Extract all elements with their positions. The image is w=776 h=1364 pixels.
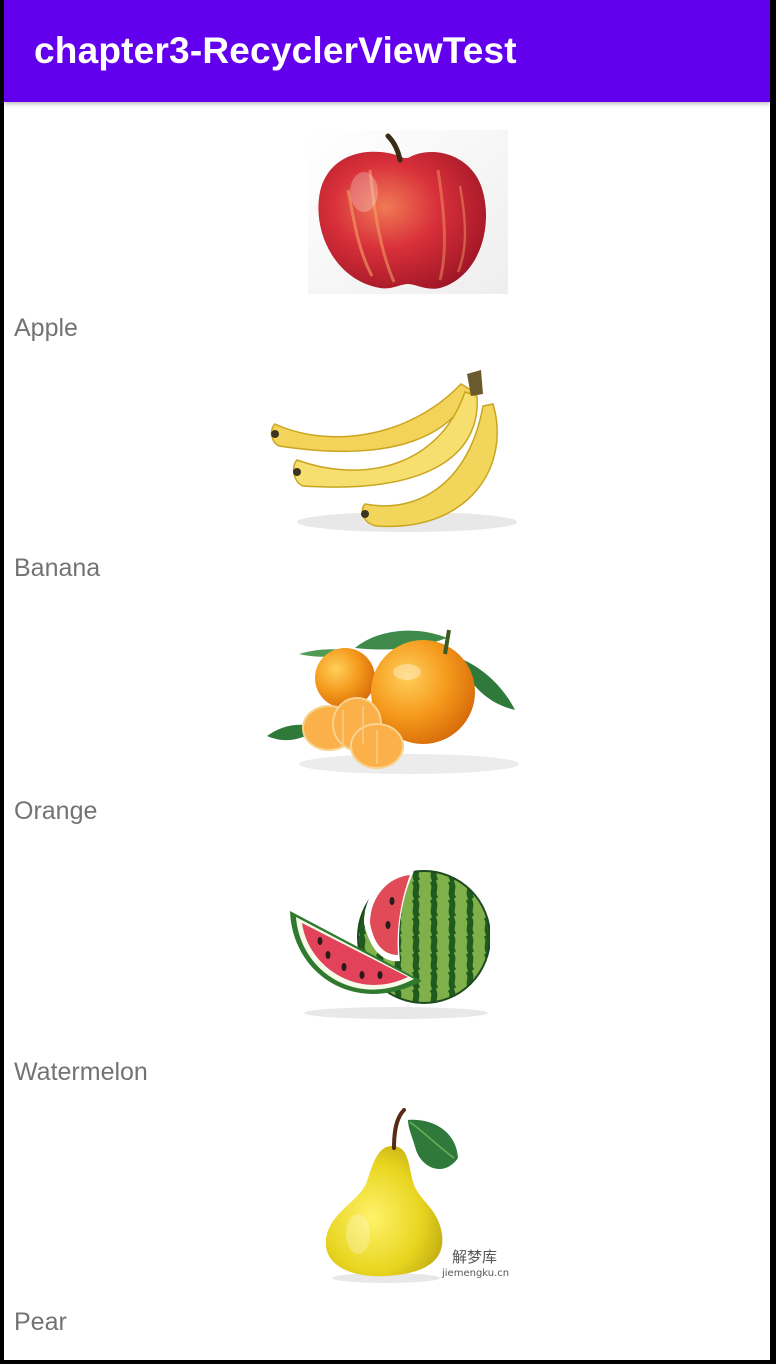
list-item[interactable]: Banana (4, 352, 770, 592)
watermark-cn: 解梦库 (452, 1248, 497, 1266)
app-bar: chapter3-RecyclerViewTest (4, 0, 770, 102)
fruit-name: Watermelon (14, 1058, 148, 1086)
list-item[interactable]: Watermelon (4, 835, 770, 1094)
list-item[interactable]: 解梦库 jiemengku.cn Pear (4, 1094, 770, 1342)
screen: chapter3-RecyclerViewTest Apple Banana O… (4, 0, 770, 1360)
pear-image: 解梦库 jiemengku.cn (316, 1108, 516, 1284)
orange-image (259, 608, 519, 778)
fruit-name: Orange (14, 797, 98, 825)
fruit-name: Banana (14, 554, 101, 582)
watermark-url: jiemengku.cn (441, 1268, 509, 1279)
banana-image (257, 364, 521, 534)
apple-image (308, 130, 508, 294)
list-item[interactable]: Apple (4, 102, 770, 352)
app-title: chapter3-RecyclerViewTest (34, 30, 517, 71)
watermelon-image (284, 863, 490, 1023)
list-item[interactable]: Orange (4, 592, 770, 835)
fruit-name: Pear (14, 1308, 67, 1336)
fruit-name: Apple (14, 314, 78, 342)
